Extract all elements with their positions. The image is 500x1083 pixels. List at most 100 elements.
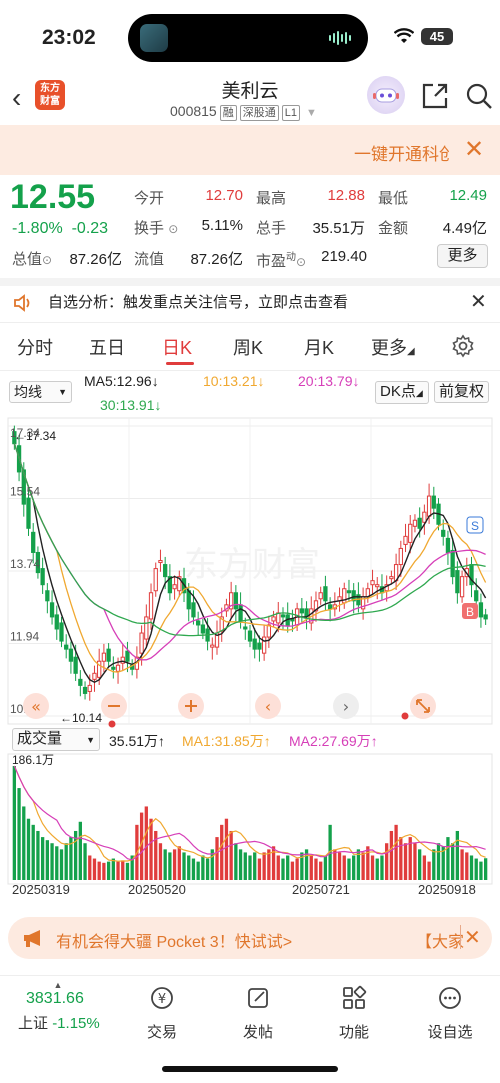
app-icon	[140, 24, 168, 52]
indicator-select[interactable]: 成交量 ▼	[12, 728, 100, 751]
turnover-value: 5.11%	[201, 217, 243, 234]
volume-bar	[31, 824, 35, 880]
x-date-label: 20250918	[418, 882, 476, 897]
mktcap-label: 总值⊙	[12, 251, 53, 268]
volume-bar	[262, 852, 266, 880]
chevron-down-icon[interactable]: ▼	[306, 107, 317, 119]
scroll-left-fast-button[interactable]: «	[23, 693, 49, 719]
candle-body	[266, 624, 272, 638]
volume-bar	[253, 852, 257, 880]
volume-bar	[389, 830, 394, 880]
dynamic-island	[128, 14, 368, 62]
tab-weekly-k[interactable]: 周K	[233, 334, 263, 360]
more-button[interactable]: 更多	[437, 244, 488, 268]
candle-body	[450, 549, 455, 578]
tag-connect: 深股通	[239, 105, 279, 121]
yuan-coin-icon: ¥	[151, 987, 173, 1009]
analysis-bar[interactable]: 自选分析：触发重点关注信号，立即点击查看 ✕	[0, 286, 500, 322]
volume-bar	[172, 849, 177, 880]
candle-body	[115, 664, 121, 672]
candle-body	[243, 626, 248, 630]
svg-text:«: «	[31, 697, 41, 716]
zoom-in-button[interactable]	[178, 693, 204, 719]
edit-icon	[248, 988, 268, 1008]
scroll-left-button[interactable]: ‹	[255, 693, 281, 719]
high-label: 最高	[256, 190, 287, 207]
tab-monthly-k[interactable]: 月K	[304, 334, 334, 360]
volume-bar	[403, 843, 408, 880]
tab-daily-k[interactable]: 日K	[162, 334, 192, 360]
info-icon: ⊙	[42, 253, 53, 267]
promo-banner[interactable]: 一键开通科创板 ✕	[0, 125, 500, 175]
volume-bar	[380, 855, 384, 880]
close-icon[interactable]: ✕	[464, 135, 484, 164]
promo-ad-bar[interactable]: 有机会得大疆 Pocket 3！快试试> 【大家 ✕	[8, 917, 492, 959]
index-change: 上证 -1.15%	[18, 1015, 100, 1032]
battery-indicator: 45	[421, 28, 453, 45]
candle-body	[92, 672, 97, 680]
volume-bar	[295, 858, 299, 880]
candle-body	[120, 656, 125, 664]
candle-body	[299, 608, 304, 614]
amount-value: 4.49亿	[442, 220, 487, 237]
candle-body	[210, 644, 215, 648]
nav-watchlist-settings[interactable]: 设自选	[415, 984, 485, 1042]
close-icon[interactable]: ✕	[464, 925, 481, 950]
buy-marker[interactable]: B	[462, 603, 478, 619]
x-date-label: 20250721	[292, 882, 350, 897]
volume-bar	[64, 843, 68, 880]
amount-label: 金额	[378, 220, 409, 237]
candle-body	[106, 648, 111, 662]
status-time: 23:02	[42, 26, 96, 49]
tab-more[interactable]: 更多◢	[371, 334, 415, 360]
share-icon[interactable]	[421, 82, 449, 110]
index-widget[interactable]: ▲ 3831.66 上证 -1.15%	[18, 980, 100, 1033]
tab-intraday[interactable]: 分时	[17, 334, 53, 360]
promo-banner-text[interactable]: 一键开通科创板	[354, 140, 449, 165]
volume-bar	[451, 843, 455, 880]
volume-max-label: 186.1万	[12, 753, 54, 767]
volume-bar	[238, 849, 243, 880]
candle-body	[422, 511, 427, 523]
grid-icon	[343, 985, 367, 1009]
ma20-value: 20:13.79↓	[298, 373, 360, 389]
candle-body	[172, 584, 177, 590]
volume-bar	[394, 824, 398, 880]
candle-body	[200, 624, 206, 634]
y-tick-label: 15.54	[10, 485, 40, 499]
nav-trade[interactable]: ¥ 交易	[127, 984, 197, 1042]
search-icon[interactable]	[465, 82, 493, 110]
candle-body	[271, 616, 276, 622]
settings-gear-icon[interactable]	[451, 334, 475, 358]
volume-ma2-value: MA2:27.69万↑	[289, 733, 378, 749]
volume-bar	[92, 858, 97, 880]
tag-level: L1	[281, 105, 300, 121]
ma-select[interactable]: 均线 ▼	[9, 381, 72, 403]
period-tabs: 分时 五日 日K 周K 月K 更多◢	[0, 330, 500, 365]
status-bar: 23:02 45	[0, 0, 500, 72]
volume-bar	[116, 861, 120, 880]
caret-up-icon: ▲	[53, 980, 63, 990]
nav-features[interactable]: 功能	[319, 984, 389, 1042]
assistant-avatar[interactable]	[367, 76, 405, 114]
kline-chart[interactable]: 东方财富 17.3415.5413.7411.9410.14 ←17.34 ←1…	[0, 410, 500, 905]
y-tick-label: 11.94	[10, 630, 39, 644]
volume-bar	[469, 855, 474, 880]
svg-text:›: ›	[343, 697, 349, 716]
nav-post[interactable]: 发帖	[223, 984, 293, 1042]
volume-bar	[55, 846, 59, 880]
scroll-right-button[interactable]: ›	[333, 693, 359, 719]
promo-ad-text[interactable]: 有机会得大疆 Pocket 3！快试试>	[56, 928, 292, 952]
audio-wave-icon	[329, 31, 351, 45]
svg-text:S: S	[471, 519, 479, 533]
analysis-text[interactable]: 自选分析：触发重点关注信号，立即点击查看	[48, 291, 348, 312]
volume-bar	[97, 861, 101, 880]
tab-five-day[interactable]: 五日	[89, 334, 125, 360]
volume-bar	[191, 858, 196, 880]
adjust-button[interactable]: 前复权	[434, 381, 489, 403]
dk-select[interactable]: DK点◢	[375, 381, 429, 404]
volume-bar	[347, 858, 351, 880]
sell-marker[interactable]: S	[466, 516, 484, 534]
volume-bar	[257, 858, 262, 880]
close-icon[interactable]: ✕	[470, 289, 487, 314]
